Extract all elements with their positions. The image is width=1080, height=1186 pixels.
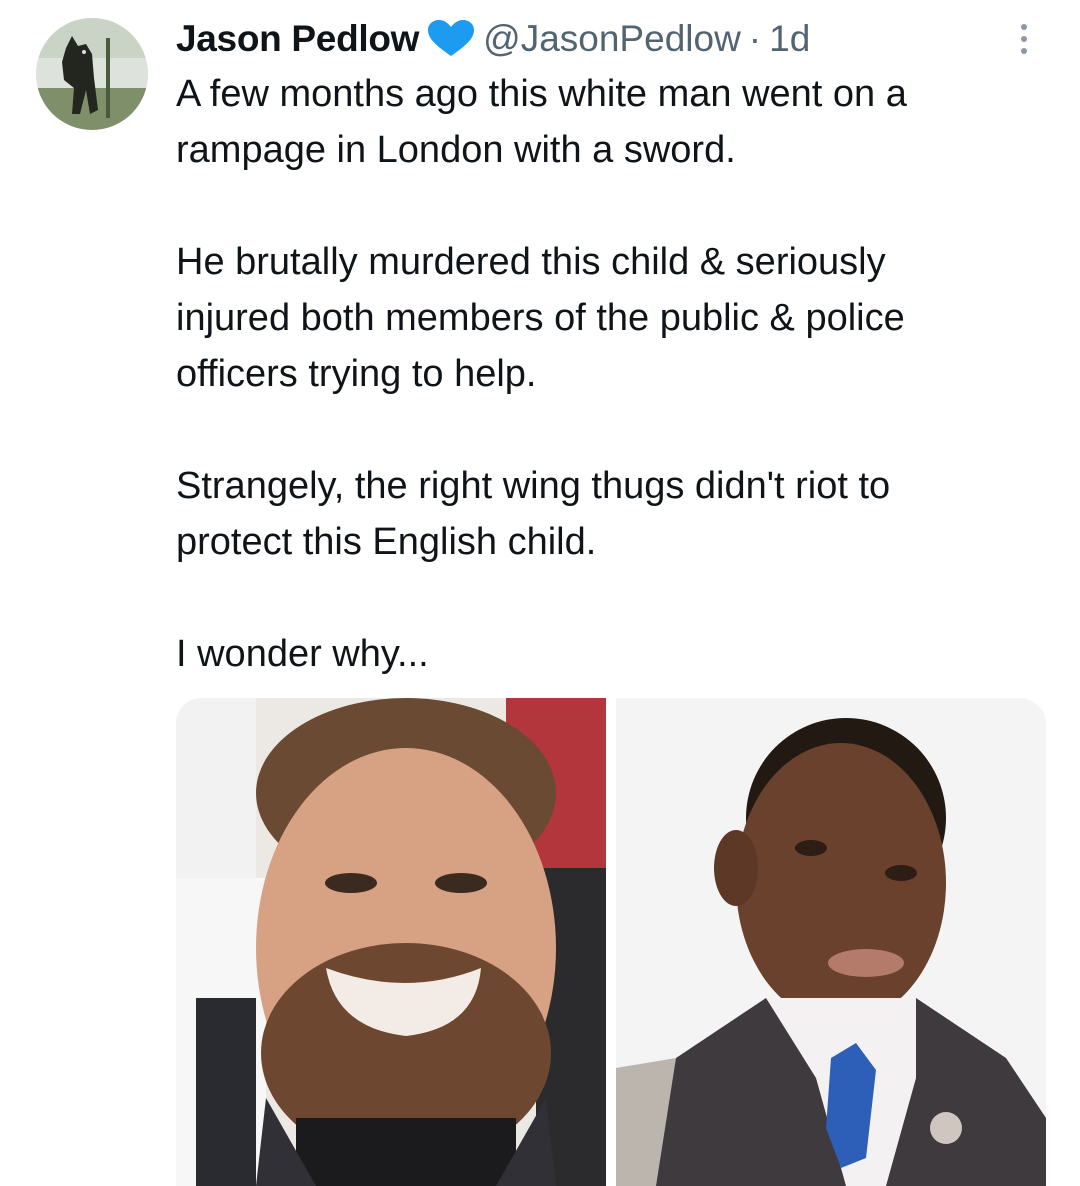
tweet-card: Jason Pedlow @JasonPedlow · 1d A few mon… (0, 0, 1080, 1186)
media-photo-child[interactable] (616, 698, 1046, 1186)
tweet-text-paragraph-1: A few months ago this white man went on … (176, 73, 907, 171)
blue-heart-icon (425, 19, 477, 59)
tweet-media-grid (176, 698, 1046, 1186)
tweet-text-paragraph-2: He brutally murdered this child & seriou… (176, 241, 905, 395)
media-photo-man[interactable] (176, 698, 606, 1186)
tweet-text-paragraph-4: I wonder why... (176, 633, 429, 675)
tweet-text-paragraph-3: Strangely, the right wing thugs didn't r… (176, 465, 891, 563)
avatar[interactable] (36, 18, 148, 130)
header-separator: · (748, 18, 762, 59)
tweet-header: Jason Pedlow @JasonPedlow · 1d (176, 14, 810, 64)
avatar-dog-photo (36, 18, 148, 130)
more-options-icon[interactable] (1012, 20, 1036, 60)
author-handle[interactable]: @JasonPedlow (483, 18, 741, 60)
author-display-name[interactable]: Jason Pedlow (176, 18, 419, 60)
tweet-timestamp[interactable]: 1d (769, 18, 810, 60)
